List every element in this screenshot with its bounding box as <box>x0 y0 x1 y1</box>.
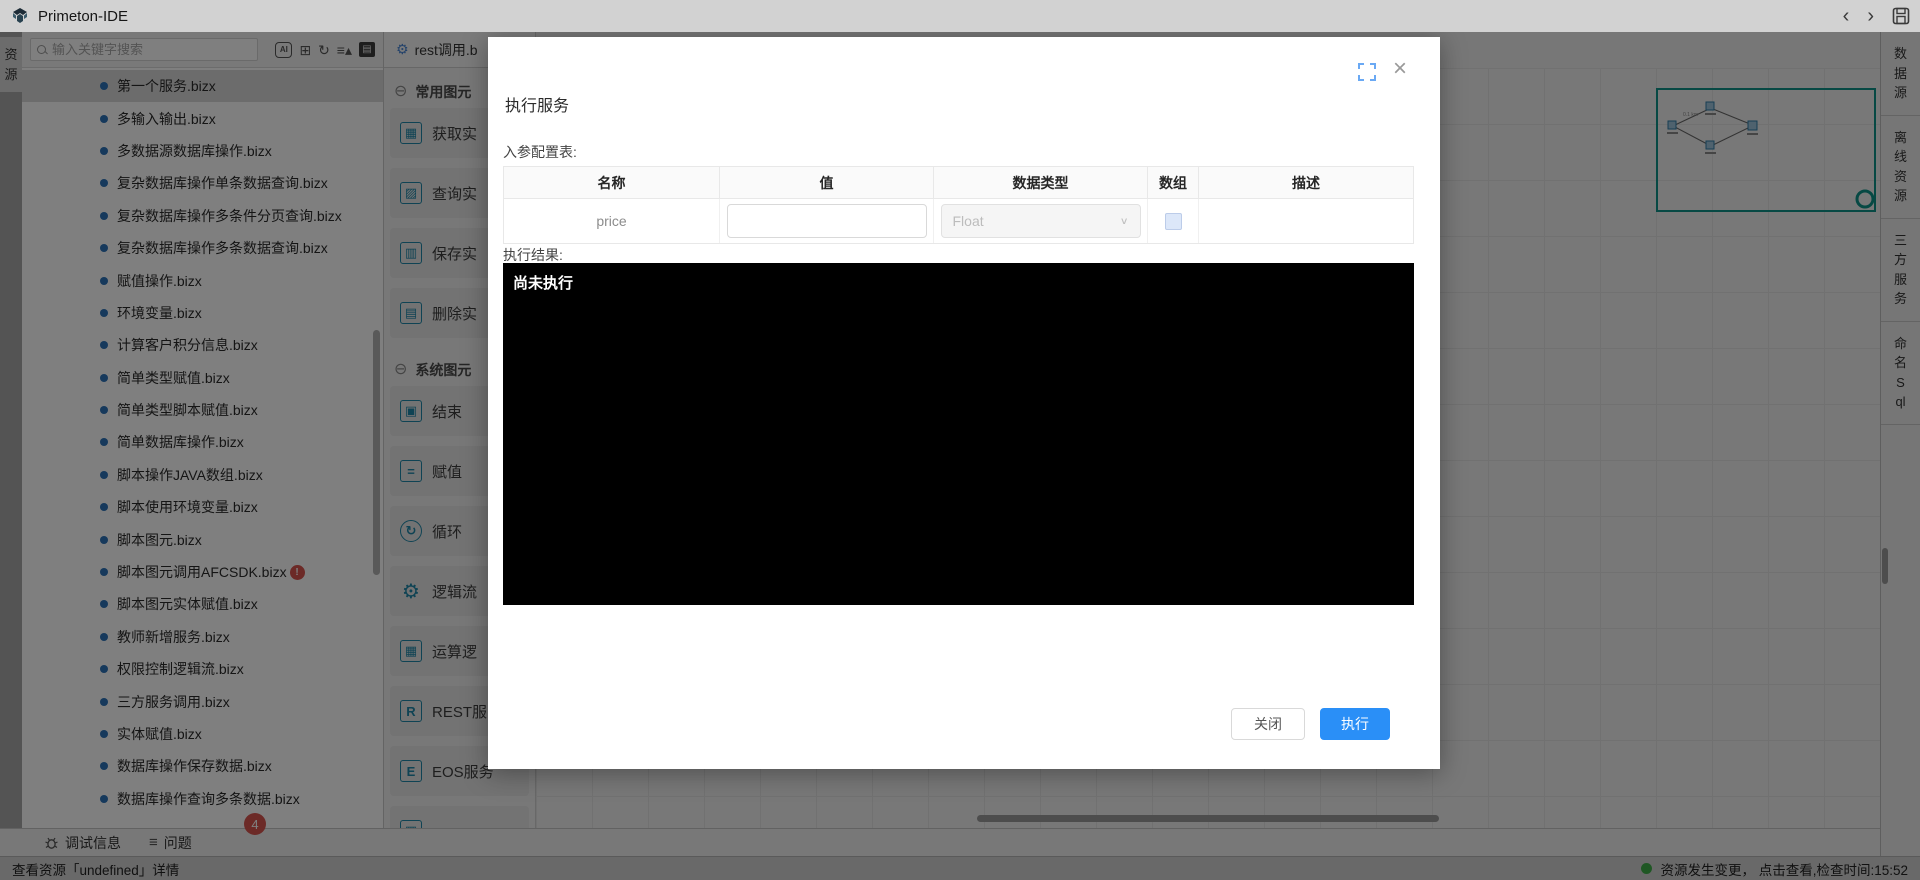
chevron-down-icon: ∨ <box>1120 215 1129 226</box>
param-table: 名称 值 数据类型 数组 描述 price Float ∨ <box>503 166 1414 244</box>
column-header: 描述 <box>1199 167 1413 198</box>
fullscreen-icon[interactable] <box>1357 62 1377 82</box>
back-icon[interactable]: ‹ <box>1843 6 1850 26</box>
column-header: 值 <box>720 167 934 198</box>
app-logo-icon <box>10 6 30 26</box>
execute-button[interactable]: 执行 <box>1320 708 1390 740</box>
column-header: 数组 <box>1148 167 1199 198</box>
column-header: 数据类型 <box>934 167 1148 198</box>
array-checkbox[interactable] <box>1165 213 1182 230</box>
param-table-label: 入参配置表: <box>503 142 577 162</box>
datatype-select[interactable]: Float ∨ <box>941 204 1141 238</box>
dialog-title: 执行服务 <box>505 92 569 116</box>
close-icon[interactable]: × <box>1393 57 1407 81</box>
save-icon[interactable] <box>1892 7 1910 25</box>
param-table-header: 名称 值 数据类型 数组 描述 <box>504 167 1413 199</box>
close-button[interactable]: 关闭 <box>1231 708 1305 740</box>
title-bar: Primeton-IDE ‹ › <box>0 0 1920 32</box>
param-table-row: price Float ∨ <box>504 199 1413 243</box>
forward-icon[interactable]: › <box>1867 6 1874 26</box>
param-value-input[interactable] <box>727 204 927 238</box>
param-name: price <box>596 213 626 229</box>
execute-service-dialog: 执行服务 × 入参配置表: 名称 值 数据类型 数组 描述 price Fl <box>488 37 1440 769</box>
dialog-footer: 关闭 执行 <box>488 708 1390 740</box>
app-title: Primeton-IDE <box>38 8 128 25</box>
primeton-ide-window: Primeton-IDE ‹ › 资源 AI ⊞ ↻ ≡▴ <box>0 0 1920 880</box>
execution-console: 尚未执行 <box>503 263 1414 605</box>
result-label: 执行结果: <box>503 245 563 265</box>
datatype-value: Float <box>953 213 984 229</box>
column-header: 名称 <box>504 167 720 198</box>
